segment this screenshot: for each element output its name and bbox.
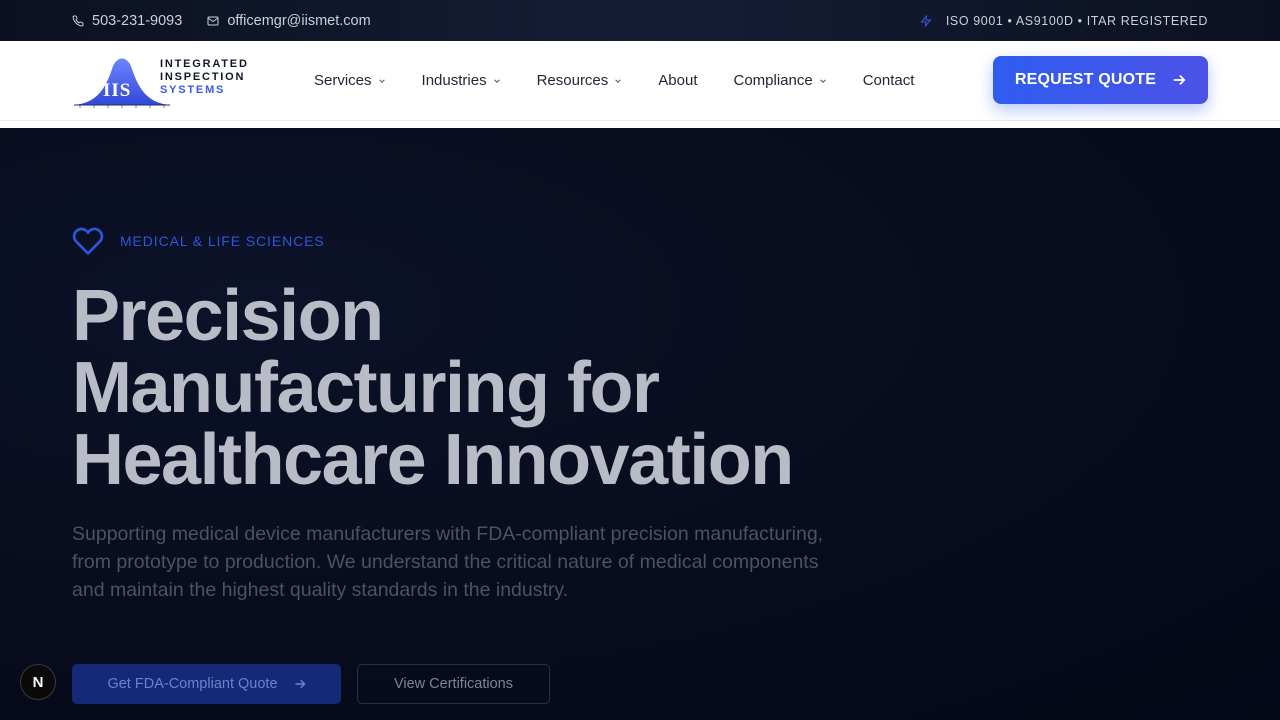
logo-line-3: SYSTEMS	[160, 84, 226, 96]
logo[interactable]: IIS INTEGRATED INSPECTION SYSTEMS	[72, 49, 252, 113]
phone-number: 503-231-9093	[92, 12, 183, 29]
nav-label: Resources	[536, 72, 609, 89]
nav-label: Contact	[862, 72, 915, 89]
phone-icon	[72, 14, 84, 26]
framework-badge-letter: N	[32, 673, 44, 691]
hero-headline: Precision Manufacturing for Healthcare I…	[72, 280, 872, 496]
view-certifications-label: View Certifications	[393, 676, 513, 692]
arrow-right-icon	[295, 679, 306, 689]
nav-item-compliance[interactable]: Compliance	[733, 72, 826, 89]
framework-badge[interactable]: N	[20, 664, 56, 700]
request-quote-button[interactable]: REQUEST QUOTE	[993, 56, 1208, 104]
email-link[interactable]: officemgr@iismet.com	[207, 12, 371, 29]
bolt-icon	[920, 14, 932, 27]
certifications: ISO 9001 • AS9100D • ITAR REGISTERED	[920, 14, 1208, 28]
chevron-down-icon	[493, 78, 500, 83]
headline-line-2: Manufacturing for	[72, 348, 660, 428]
main-nav: IIS INTEGRATED INSPECTION SYSTEMS Servic…	[0, 41, 1280, 121]
chevron-down-icon	[819, 78, 826, 83]
logo-line-2: INSPECTION	[160, 71, 246, 83]
hero-category-badge: MEDICAL & LIFE SCIENCES	[72, 226, 325, 256]
nav-item-services[interactable]: Services	[314, 72, 386, 89]
chevron-down-icon	[378, 78, 385, 83]
hero-description: Supporting medical device manufacturers …	[72, 523, 824, 601]
phone-link[interactable]: 503-231-9093	[72, 13, 182, 29]
get-fda-quote-label: Get FDA-Compliant Quote	[107, 676, 278, 692]
nav-label: Services	[314, 72, 372, 89]
nav-item-contact[interactable]: Contact	[863, 72, 915, 89]
nav-links: Services Industries Resources About Comp…	[314, 41, 950, 120]
request-quote-label: REQUEST QUOTE	[1014, 71, 1157, 88]
get-fda-quote-button[interactable]: Get FDA-Compliant Quote	[72, 664, 341, 704]
certifications-text: ISO 9001 • AS9100D • ITAR REGISTERED	[945, 13, 1208, 28]
logo-line-1: INTEGRATED	[160, 58, 249, 70]
nav-item-industries[interactable]: Industries	[422, 72, 501, 89]
nav-divider	[0, 121, 1280, 128]
arrow-right-icon	[1173, 75, 1186, 85]
nav-item-about[interactable]: About	[658, 72, 697, 89]
heart-icon	[72, 227, 104, 256]
nav-label: Compliance	[733, 72, 813, 89]
hero-category-text: MEDICAL & LIFE SCIENCES	[120, 233, 325, 249]
logo-mark: IIS	[103, 80, 132, 101]
nav-label: Industries	[421, 72, 487, 89]
headline-line-1: Precision	[72, 276, 384, 356]
top-bar: 503-231-9093 officemgr@iismet.com ISO 90…	[0, 0, 1280, 41]
logo-wordmark: INTEGRATED INSPECTION SYSTEMS	[160, 58, 249, 97]
view-certifications-button[interactable]: View Certifications	[357, 664, 550, 704]
mail-icon	[207, 16, 219, 25]
hero-section: MEDICAL & LIFE SCIENCES Precision Manufa…	[0, 128, 1280, 720]
nav-label: About	[658, 72, 698, 89]
email-address: officemgr@iismet.com	[227, 12, 371, 29]
headline-line-3: Healthcare Innovation	[72, 420, 794, 500]
chevron-down-icon	[615, 78, 622, 83]
nav-item-resources[interactable]: Resources	[537, 72, 623, 89]
